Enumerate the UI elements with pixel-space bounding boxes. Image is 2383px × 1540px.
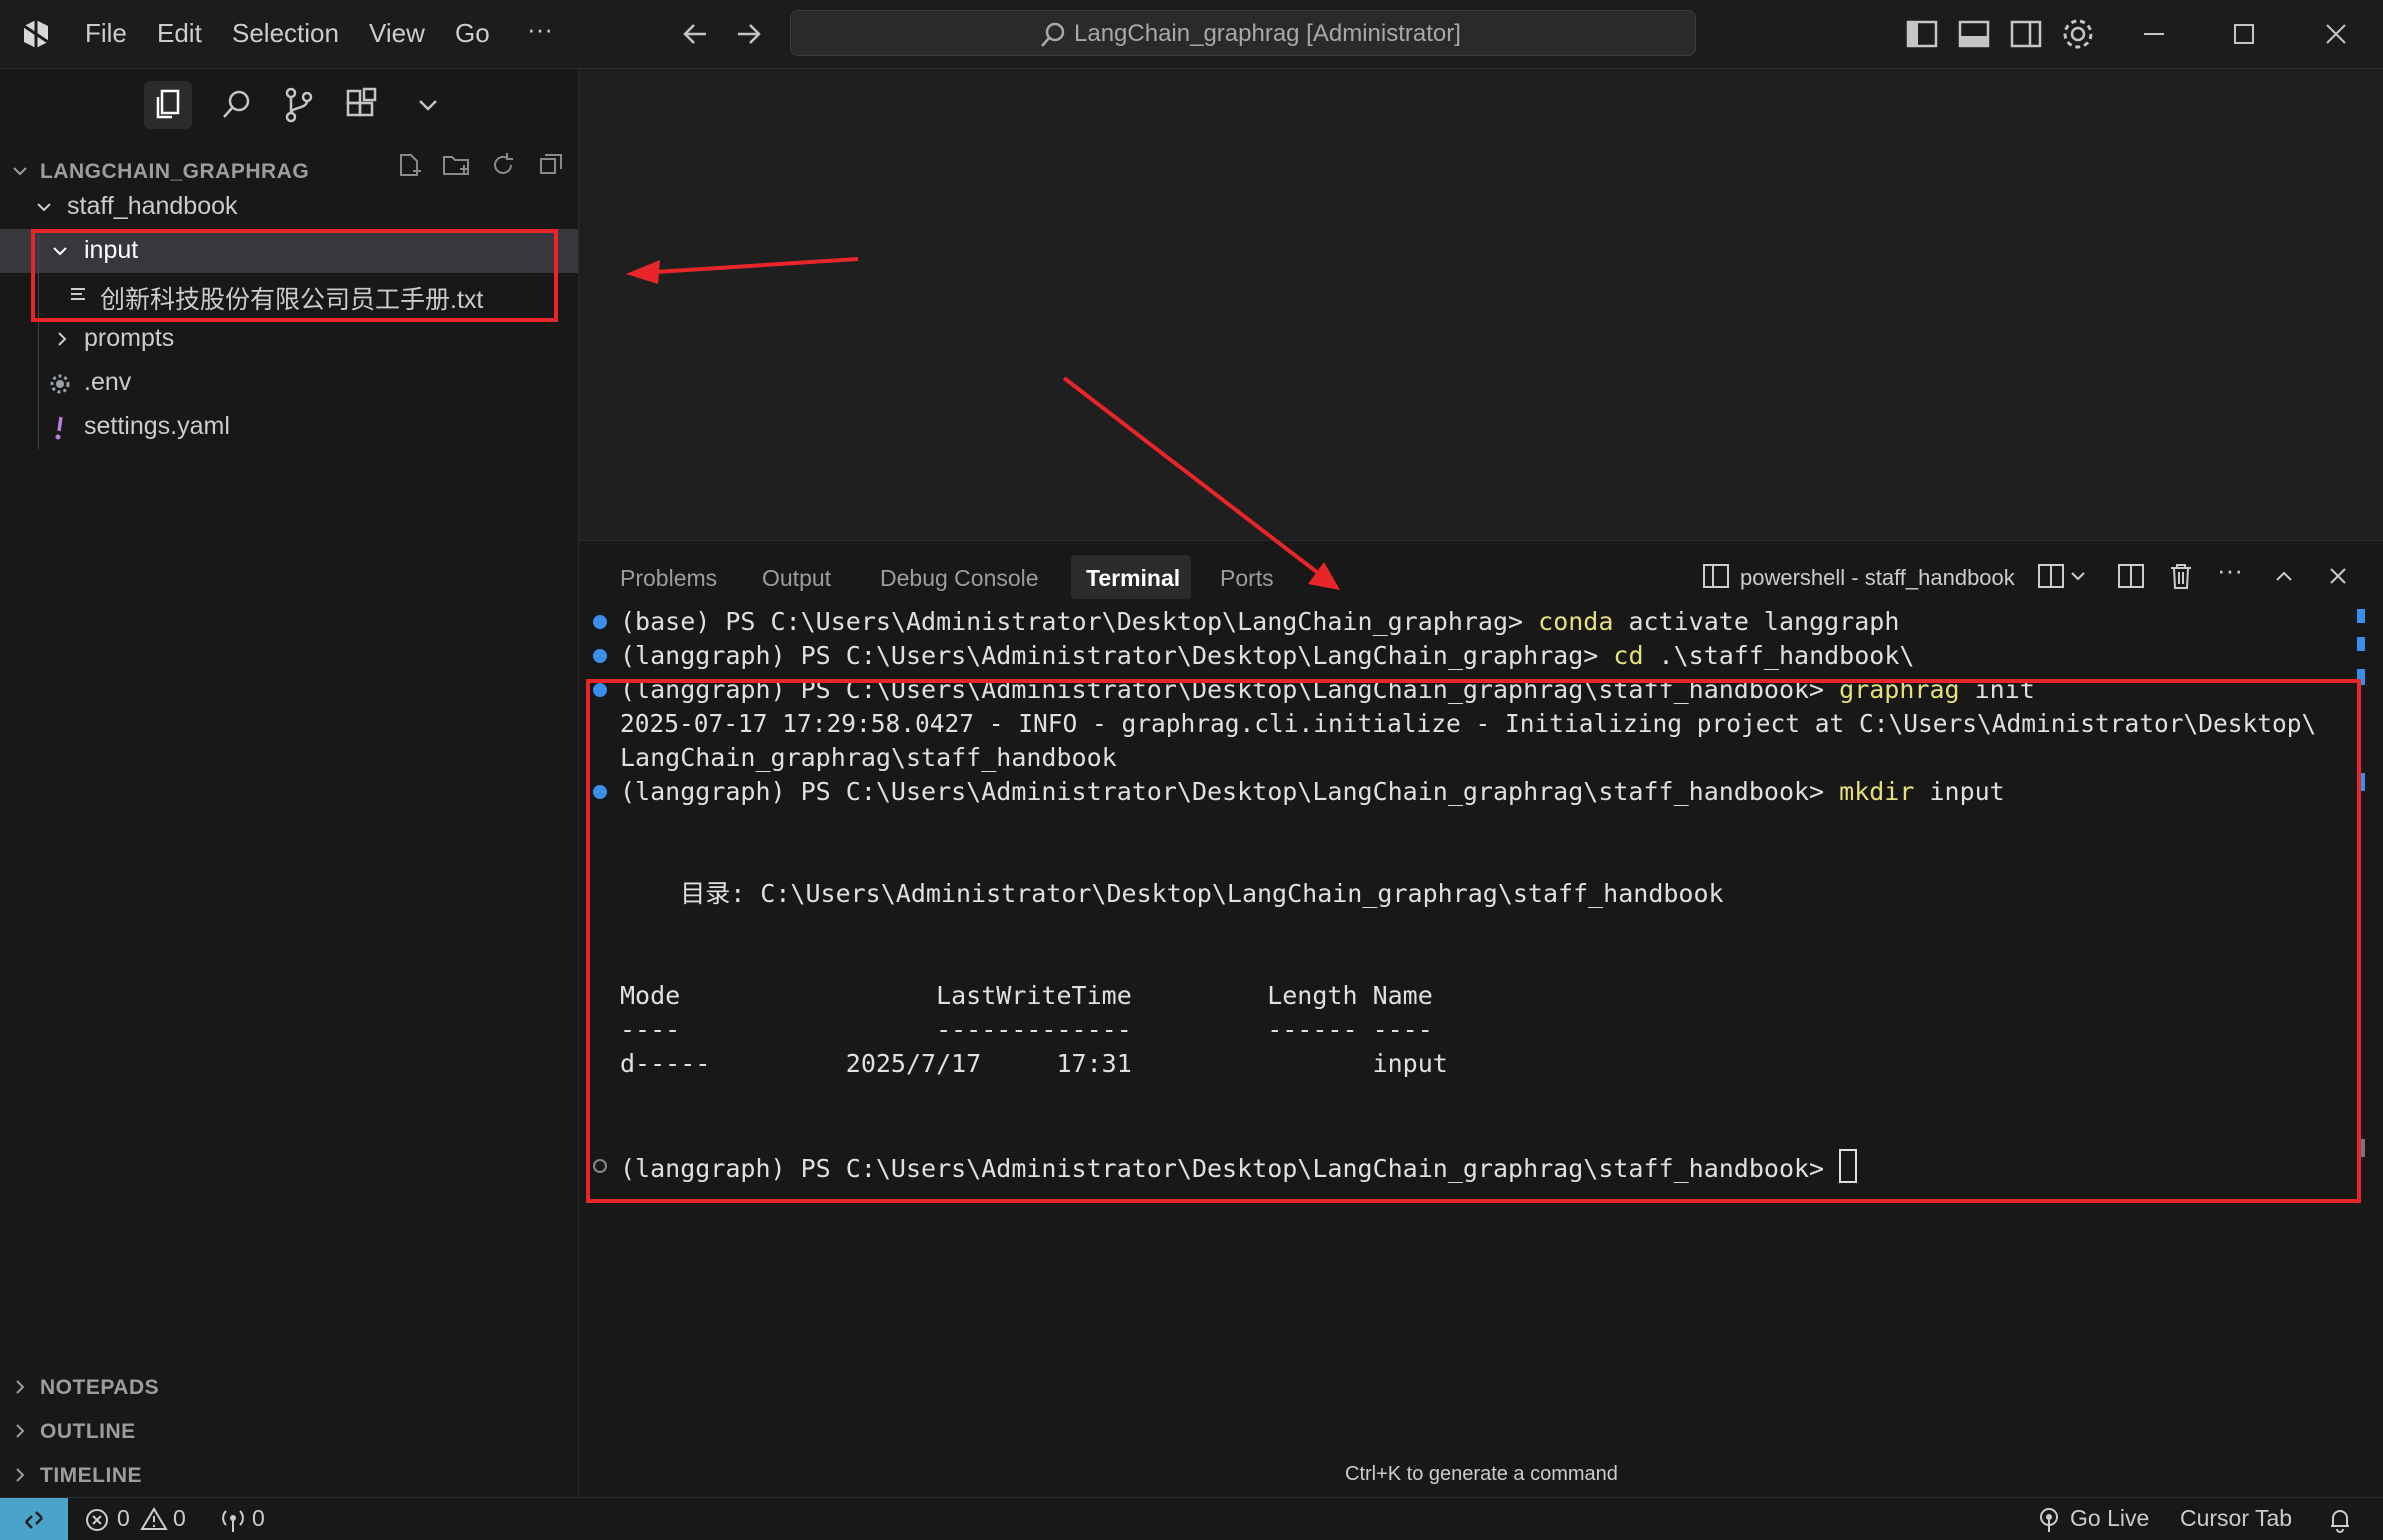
warning-icon[interactable] (140, 1506, 168, 1532)
toggle-panel-icon[interactable] (1954, 14, 1994, 54)
toggle-sidebar-icon[interactable] (1902, 14, 1942, 54)
bell-icon[interactable] (2327, 1506, 2353, 1534)
menu-file[interactable]: File (85, 18, 127, 49)
tree-folder-prompts[interactable]: prompts (0, 317, 578, 361)
menu-selection[interactable]: Selection (232, 18, 339, 49)
files-icon (156, 89, 180, 119)
chevron-right-icon (16, 1468, 25, 1482)
collapse-all-icon[interactable] (535, 149, 567, 181)
status-bar: 0 0 0 Go Live Cursor Tab (0, 1497, 2383, 1540)
tree-label: settings.yaml (84, 412, 230, 440)
search-icon[interactable] (212, 81, 260, 129)
menu-go[interactable]: Go (455, 18, 490, 49)
app-logo-icon (23, 20, 49, 48)
refresh-icon[interactable] (487, 149, 519, 181)
tree-file-settings-yaml[interactable]: settings.yaml (0, 405, 578, 449)
editor-area (579, 69, 2383, 539)
section-label: OUTLINE (40, 1420, 136, 1443)
broadcast-icon[interactable] (218, 1506, 248, 1534)
tree-folder-staff-handbook[interactable]: staff_handbook (0, 185, 578, 229)
new-folder-icon[interactable] (440, 149, 472, 181)
search-icon (1041, 22, 1065, 47)
scroll-marker (2357, 609, 2365, 623)
menu-edit[interactable]: Edit (157, 18, 202, 49)
tree-label: .env (84, 368, 132, 396)
explorer-tab[interactable] (144, 81, 192, 129)
scroll-marker (2357, 637, 2365, 651)
terminal-instance-name[interactable]: powershell - staff_handbook (1740, 565, 2015, 591)
menu-more[interactable]: ··· (527, 14, 553, 45)
tree-label: prompts (84, 324, 175, 352)
forward-arrow-icon[interactable] (728, 14, 768, 54)
section-label: NOTEPADS (40, 1376, 160, 1399)
remote-icon (25, 1511, 43, 1529)
section-outline[interactable]: OUTLINE (0, 1409, 578, 1453)
annotation-box-terminal (586, 679, 2361, 1203)
cursor-tab-button[interactable]: Cursor Tab (2180, 1505, 2292, 1532)
menu-view[interactable]: View (369, 18, 425, 49)
terminal-line: (langgraph) PS C:\Users\Administrator\De… (620, 641, 1915, 670)
tab-problems[interactable]: Problems (620, 565, 717, 592)
section-label: TIMELINE (40, 1464, 142, 1487)
chevron-down-icon[interactable] (404, 81, 452, 129)
new-file-icon[interactable] (393, 149, 425, 181)
command-center-search[interactable]: LangChain_graphrag [Administrator] (790, 10, 1696, 56)
remote-indicator[interactable] (0, 1498, 68, 1540)
tree-label: staff_handbook (67, 192, 238, 220)
source-control-icon[interactable] (275, 81, 323, 129)
split-terminal-icon[interactable] (2116, 561, 2146, 591)
toggle-secondary-sidebar-icon[interactable] (2006, 14, 2046, 54)
go-live-button[interactable]: Go Live (2070, 1505, 2149, 1532)
chevron-down-icon (37, 203, 51, 212)
more-actions-icon[interactable]: ··· (2217, 555, 2243, 586)
chevron-right-icon (16, 1380, 25, 1394)
back-arrow-icon[interactable] (676, 14, 716, 54)
warning-count[interactable]: 0 (173, 1505, 186, 1532)
chevron-right-icon (16, 1424, 25, 1438)
new-terminal-dropdown-icon[interactable] (2036, 561, 2092, 591)
chevron-down-icon (13, 167, 27, 176)
yaml-exclamation-icon (55, 416, 63, 440)
command-success-dot[interactable] (593, 615, 607, 629)
tab-output[interactable]: Output (762, 565, 831, 592)
close-panel-icon[interactable] (2323, 561, 2353, 591)
command-success-dot[interactable] (593, 649, 607, 663)
section-notepads[interactable]: NOTEPADS (0, 1365, 578, 1409)
tab-ports[interactable]: Ports (1220, 565, 1274, 592)
gear-icon (50, 374, 70, 394)
section-timeline[interactable]: TIMELINE (0, 1453, 578, 1497)
chevron-right-icon (58, 332, 67, 346)
terminal-split-icon (1703, 564, 1729, 588)
close-icon[interactable] (2316, 14, 2356, 54)
trash-icon[interactable] (2166, 561, 2196, 591)
extensions-icon[interactable] (338, 81, 386, 129)
explorer-root-label: LANGCHAIN_GRAPHRAG (40, 160, 310, 183)
tab-debug-console[interactable]: Debug Console (880, 565, 1039, 592)
maximize-icon[interactable] (2224, 14, 2264, 54)
maximize-panel-icon[interactable] (2269, 561, 2299, 591)
terminal-line: (base) PS C:\Users\Administrator\Desktop… (620, 607, 1900, 636)
minimize-icon[interactable] (2134, 14, 2174, 54)
error-icon[interactable] (84, 1507, 110, 1533)
error-count[interactable]: 0 (117, 1505, 130, 1532)
go-live-icon[interactable] (2036, 1506, 2062, 1534)
tree-file-env[interactable]: .env (0, 361, 578, 405)
workspace-title: LangChain_graphrag [Administrator] (1074, 20, 1461, 47)
gear-icon[interactable] (2058, 14, 2098, 54)
terminal-hint: Ctrl+K to generate a command (1345, 1463, 1618, 1485)
ports-count[interactable]: 0 (252, 1505, 265, 1532)
title-bar: File Edit Selection View Go ··· LangChai… (0, 0, 2383, 69)
tab-terminal[interactable]: Terminal (1086, 565, 1180, 592)
annotation-box-input-folder (31, 229, 558, 322)
